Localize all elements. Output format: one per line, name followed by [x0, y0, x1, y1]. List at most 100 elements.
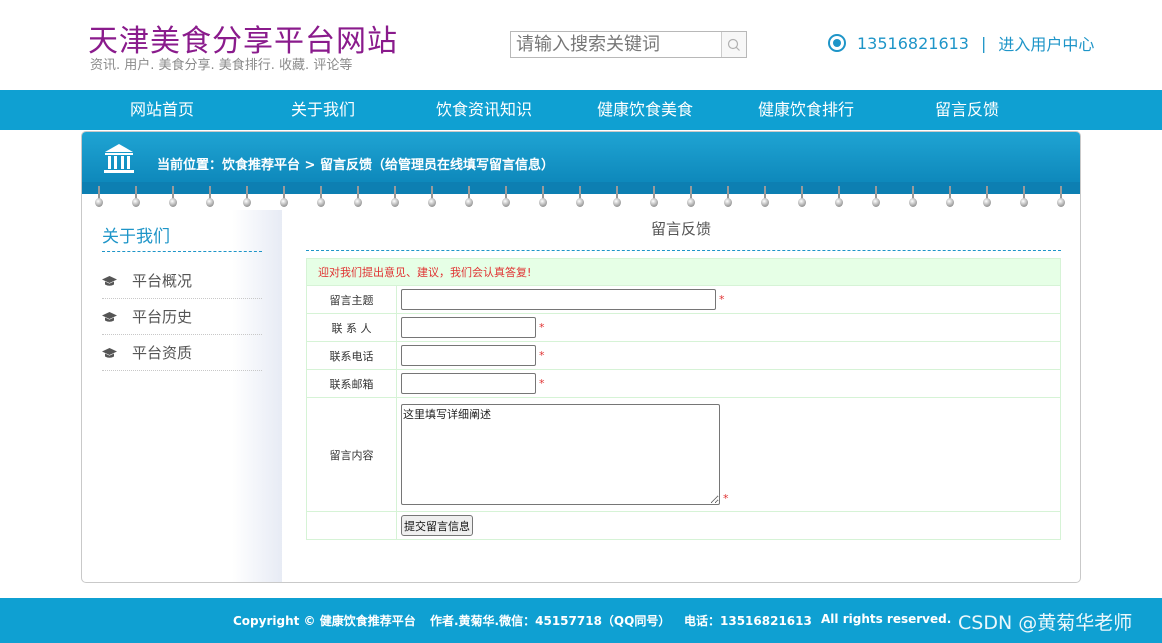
graduation-cap-icon	[102, 311, 117, 322]
required-mark: *	[719, 292, 725, 306]
email-input[interactable]	[401, 373, 536, 394]
footer-author: 作者.黄菊华.微信：45157718（QQ同号）	[430, 614, 671, 628]
phone-cell: *	[396, 341, 1061, 370]
binder-ring	[243, 186, 251, 208]
required-mark: *	[539, 376, 545, 390]
binder-ring	[798, 186, 806, 208]
subject-input[interactable]	[401, 289, 716, 310]
binder-ring	[613, 186, 621, 208]
footer-rights: All rights reserved.	[821, 612, 952, 626]
binder-ring	[95, 186, 103, 208]
required-mark: *	[539, 348, 545, 362]
binder-ring	[317, 186, 325, 208]
main-panel: 当前位置：饮食推荐平台 > 留言反馈（给管理员在线填写留言信息） 关于我们 平台…	[81, 131, 1081, 583]
binder-ring	[1020, 186, 1028, 208]
binder-ring	[465, 186, 473, 208]
location-target-icon	[828, 34, 846, 52]
binder-ring	[872, 186, 880, 208]
main-nav: 网站首页 关于我们 饮食资讯知识 健康饮食美食 健康饮食排行 留言反馈	[0, 90, 1162, 130]
binder-ring	[909, 186, 917, 208]
sidebar-item-qualification[interactable]: 平台资质	[102, 335, 262, 371]
header-separator: |	[980, 33, 987, 53]
nav-item-healthy-ranking[interactable]: 健康饮食排行	[758, 90, 854, 130]
sidebar-title: 关于我们	[102, 227, 170, 247]
submit-button[interactable]: 提交留言信息	[401, 515, 473, 536]
email-label: 联系邮箱	[306, 369, 397, 398]
binder-ring	[502, 186, 510, 208]
sidebar-item-overview[interactable]: 平台概况	[102, 263, 262, 299]
binder-ring	[1057, 186, 1065, 208]
sidebar-item-label: 平台概况	[132, 272, 193, 290]
content-divider	[306, 250, 1061, 251]
contact-input[interactable]	[401, 317, 536, 338]
email-cell: *	[396, 369, 1061, 398]
search-icon	[727, 38, 740, 51]
feedback-form: 迎对我们提出意见、建议，我们会认真答复! 留言主题 * 联 系 人 * 联系电话…	[306, 258, 1061, 540]
subject-cell: *	[396, 285, 1061, 314]
binder-ring	[761, 186, 769, 208]
required-mark: *	[539, 320, 545, 334]
breadcrumb: 当前位置：饮食推荐平台 > 留言反馈（给管理员在线填写留言信息）	[157, 158, 554, 173]
nav-item-home[interactable]: 网站首页	[130, 90, 194, 130]
contact-cell: *	[396, 313, 1061, 342]
footer-phone: 电话：13516821613	[684, 614, 812, 628]
csdn-watermark: CSDN @黄菊华老师	[958, 612, 1133, 634]
contact-label: 联 系 人	[306, 313, 397, 342]
nav-item-feedback[interactable]: 留言反馈	[935, 90, 999, 130]
nav-item-healthy-food[interactable]: 健康饮食美食	[597, 90, 693, 130]
form-row-message: 留言内容 这里填写详细阐述*	[306, 397, 1061, 512]
contact-area: 13516821613 | 进入用户中心	[828, 31, 1094, 55]
form-notice: 迎对我们提出意见、建议，我们会认真答复!	[306, 258, 1061, 286]
content-title: 留言反馈	[651, 220, 712, 238]
submit-label-cell	[306, 511, 397, 540]
binder-ring	[724, 186, 732, 208]
form-row-email: 联系邮箱 *	[306, 369, 1061, 398]
binder-ring	[391, 186, 399, 208]
binder-ring	[280, 186, 288, 208]
nav-item-about[interactable]: 关于我们	[291, 90, 355, 130]
binder-rings	[82, 186, 1080, 210]
message-cell: 这里填写详细阐述*	[396, 397, 1061, 512]
site-subtitle: 资讯. 用户. 美食分享. 美食排行. 收藏. 评论等	[90, 58, 353, 73]
binder-ring	[946, 186, 954, 208]
phone-input[interactable]	[401, 345, 536, 366]
phone-label: 联系电话	[306, 341, 397, 370]
binder-ring	[650, 186, 658, 208]
sidebar-item-label: 平台历史	[132, 308, 193, 326]
subject-label: 留言主题	[306, 285, 397, 314]
submit-cell: 提交留言信息	[396, 511, 1061, 540]
binder-ring	[835, 186, 843, 208]
search-box	[510, 31, 747, 58]
form-notice-row: 迎对我们提出意见、建议，我们会认真答复!	[306, 258, 1061, 286]
user-center-link[interactable]: 进入用户中心	[998, 31, 1094, 55]
institution-icon	[104, 144, 134, 173]
form-row-subject: 留言主题 *	[306, 285, 1061, 314]
binder-ring	[539, 186, 547, 208]
breadcrumb-bar: 当前位置：饮食推荐平台 > 留言反馈（给管理员在线填写留言信息）	[82, 132, 1080, 194]
search-input[interactable]	[511, 32, 721, 57]
binder-ring	[169, 186, 177, 208]
binder-ring	[983, 186, 991, 208]
sidebar-item-history[interactable]: 平台历史	[102, 299, 262, 335]
footer-copyright: Copyright © 健康饮食推荐平台	[233, 614, 416, 628]
binder-ring	[206, 186, 214, 208]
sidebar-item-label: 平台资质	[132, 344, 193, 362]
message-label: 留言内容	[306, 397, 397, 512]
form-row-submit: 提交留言信息	[306, 511, 1061, 540]
graduation-cap-icon	[102, 275, 117, 286]
message-textarea[interactable]: 这里填写详细阐述	[401, 404, 720, 505]
required-mark: *	[723, 492, 729, 505]
search-button[interactable]	[721, 32, 746, 57]
binder-ring	[132, 186, 140, 208]
binder-ring	[687, 186, 695, 208]
form-row-phone: 联系电话 *	[306, 341, 1061, 370]
binder-ring	[428, 186, 436, 208]
nav-item-diet-news[interactable]: 饮食资讯知识	[436, 90, 532, 130]
header-phone: 13516821613	[857, 33, 969, 53]
sidebar-divider	[102, 251, 262, 252]
form-row-contact: 联 系 人 *	[306, 313, 1061, 342]
site-header: 天津美食分享平台网站 资讯. 用户. 美食分享. 美食排行. 收藏. 评论等 1…	[0, 0, 1162, 90]
binder-ring	[576, 186, 584, 208]
graduation-cap-icon	[102, 347, 117, 358]
binder-ring	[354, 186, 362, 208]
